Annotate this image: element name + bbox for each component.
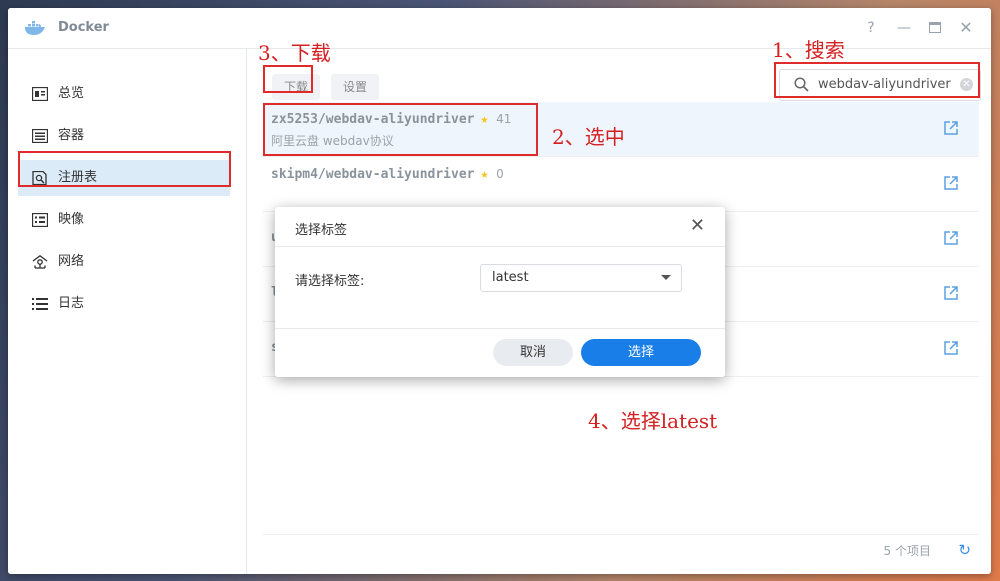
external-link-icon[interactable] (943, 285, 959, 301)
divider (275, 328, 725, 329)
sidebar-item-label: 映像 (58, 212, 85, 227)
dialog-title: 选择标签 (295, 223, 348, 238)
sidebar-item-label: 注册表 (58, 170, 98, 185)
app-title: Docker (58, 20, 109, 35)
search-value: webdav-aliyundriver (818, 77, 951, 92)
cancel-button[interactable]: 取消 (493, 339, 573, 366)
star-icon: ★ (480, 112, 489, 127)
refresh-icon[interactable]: ↻ (958, 541, 971, 559)
external-link-icon[interactable] (943, 230, 959, 246)
star-icon: ★ (480, 167, 489, 182)
star-count: 0 (496, 167, 504, 181)
divider (275, 246, 725, 247)
repo-name: skipm4/webdav-aliyundriver (271, 167, 475, 182)
sidebar-item-overview[interactable]: 总览 (18, 76, 230, 112)
annotation-step3: 3、下载 (258, 41, 331, 65)
tag-label: 请选择标签: (295, 274, 365, 289)
sidebar-item-label: 日志 (58, 296, 85, 311)
minimize-icon[interactable]: — (894, 18, 914, 38)
select-button[interactable]: 选择 (581, 339, 701, 366)
settings-button[interactable]: 设置 (331, 74, 380, 100)
annotation-step4: 4、选择latest (588, 409, 718, 433)
help-icon[interactable]: ? (861, 18, 881, 38)
maximize-icon[interactable] (925, 18, 945, 38)
sidebar: 总览 容器 注册表 映像 网络 日志 (8, 49, 247, 574)
sidebar-item-network[interactable]: 网络 (18, 244, 230, 280)
sidebar-item-log[interactable]: 日志 (18, 286, 230, 322)
annotation-step2: 2、选中 (552, 125, 625, 149)
sidebar-item-label: 容器 (58, 128, 85, 143)
chevron-down-icon (661, 275, 671, 280)
external-link-icon[interactable] (943, 120, 959, 136)
clear-search-icon[interactable]: ✕ (960, 78, 973, 91)
docker-whale-icon (25, 21, 45, 35)
annotation-step1: 1、搜索 (772, 38, 845, 62)
log-icon (32, 298, 48, 310)
external-link-icon[interactable] (943, 340, 959, 356)
sidebar-item-label: 总览 (58, 86, 85, 101)
sidebar-item-label: 网络 (58, 254, 85, 269)
close-icon[interactable]: ✕ (690, 215, 705, 236)
selected-tag: latest (492, 270, 529, 285)
container-icon (32, 129, 48, 143)
registry-icon (32, 171, 47, 185)
repo-name-row: zx5253/webdav-aliyundriver ★ 41 (271, 112, 511, 127)
sidebar-item-image[interactable]: 映像 (18, 202, 230, 238)
overview-icon (32, 87, 48, 101)
select-tag-dialog: 选择标签 ✕ 请选择标签: latest 取消 选择 (275, 207, 725, 377)
search-input[interactable]: webdav-aliyundriver ✕ (779, 69, 981, 101)
list-item[interactable]: skipm4/webdav-aliyundriver ★ 0 (263, 157, 979, 212)
external-link-icon[interactable] (943, 175, 959, 191)
star-count: 41 (496, 112, 512, 126)
search-icon (794, 77, 809, 92)
list-footer: 5 个项目 ↻ (263, 534, 979, 565)
repo-name: zx5253/webdav-aliyundriver (271, 112, 475, 127)
repo-name-row: skipm4/webdav-aliyundriver ★ 0 (271, 167, 504, 182)
item-count: 5 个项目 (883, 544, 931, 558)
close-window-icon[interactable]: ✕ (956, 18, 976, 38)
download-button[interactable]: 下载 (272, 74, 321, 100)
tag-select[interactable]: latest (480, 264, 682, 292)
sidebar-item-container[interactable]: 容器 (18, 118, 230, 154)
sidebar-item-registry[interactable]: 注册表 (18, 160, 230, 196)
network-icon (32, 255, 48, 269)
image-icon (32, 213, 48, 227)
repo-description: 阿里云盘 webdav协议 (271, 134, 394, 148)
